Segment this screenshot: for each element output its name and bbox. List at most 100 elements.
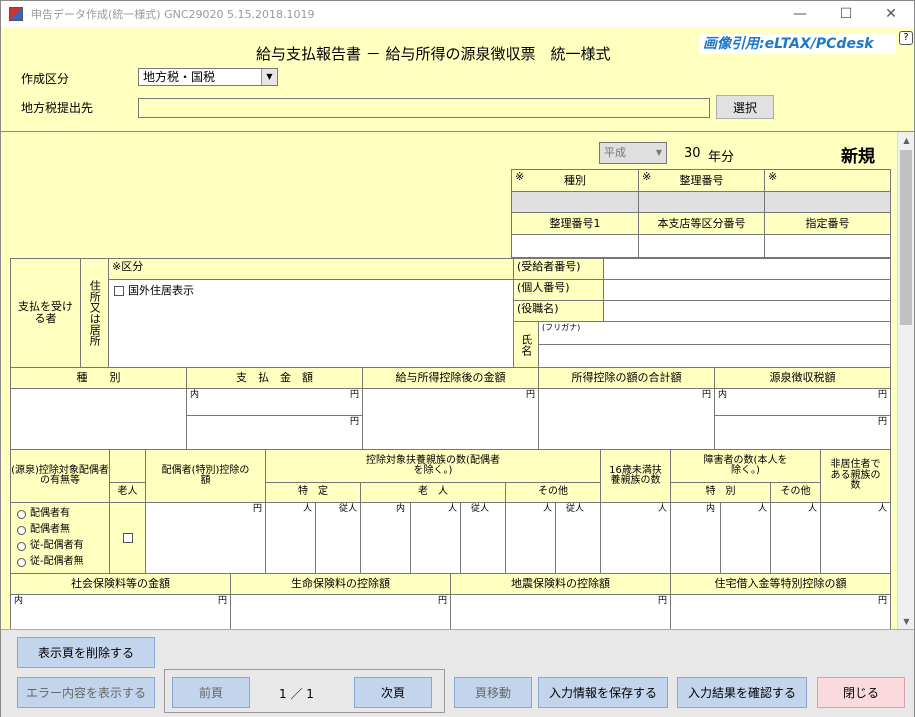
jukyu-label: (受給者番号) [513,258,604,280]
shogai-label: 障害者の数(本人を除く。) [670,449,821,483]
amount-shubetsu-input[interactable] [10,388,187,450]
honshiten-input[interactable] [638,234,765,258]
sakusei-value: 地方税・国税 [143,70,216,84]
shubetsu-label: 種別 [564,173,586,187]
jishin-input[interactable]: 円 [450,594,671,629]
scroll-thumb[interactable] [900,150,912,325]
close-window-button[interactable]: ✕ [868,1,914,27]
prev-button[interactable]: 前頁 [172,677,250,708]
help-icon[interactable]: ? [899,31,913,45]
jutaku-input[interactable]: 円 [670,594,891,629]
spouse-radio-group[interactable]: 配偶者有 配偶者無 従-配偶者有 従-配偶者無 [10,502,110,574]
close-button[interactable]: 閉じる [817,677,905,708]
radio-spouse-has[interactable]: 配偶者有 [17,508,70,520]
address-input[interactable]: 国外住居表示 [108,279,514,368]
rojin-ju-input[interactable]: 従人 [460,502,506,574]
next-button[interactable]: 次頁 [354,677,432,708]
show-errors-button[interactable]: エラー内容を表示する [17,677,155,708]
jukyu-input[interactable] [603,258,891,280]
name-input[interactable] [538,344,891,368]
shitei-input[interactable] [764,234,891,258]
sonota-ju-input[interactable]: 従人 [555,502,601,574]
year-suffix: 年分 [708,150,735,165]
uchi-label: 内 [396,504,406,514]
minimize-button[interactable]: — [777,1,823,27]
shitei-label: 指定番号 [764,212,891,235]
honshiten-label: 本支店等区分番号 [638,212,765,235]
radio-icon [17,557,26,567]
rojin-checkbox[interactable] [122,533,133,543]
sonota-input[interactable]: 人 [505,502,556,574]
radio-spouse-none[interactable]: 配偶者無 [17,524,70,536]
juunin-label: 従人 [566,504,585,514]
window-title: 申告データ作成(統一様式) GNC29020 5.15.2018.1019 [31,8,315,21]
chiho-input[interactable] [138,98,710,118]
title-bar: 申告データ作成(統一様式) GNC29020 5.15.2018.1019 — … [1,1,914,27]
amount-shubetsu-label: 種 別 [10,367,187,389]
tokutei-ju-input[interactable]: 従人 [315,502,361,574]
radio-label: 配偶者有 [30,508,70,519]
radio-icon [17,541,26,551]
form-header: 給与支払報告書 － 給与所得の源泉徴収票 統一様式 画像引用:eLTAX/PCd… [1,27,914,131]
radio-label: 従-配偶者有 [30,540,84,551]
scroll-down-icon[interactable]: ▼ [898,613,914,629]
seiri1-input[interactable] [511,234,639,258]
uchi-label: 内 [14,596,24,606]
confirm-button[interactable]: 入力結果を確認する [677,677,807,708]
save-button[interactable]: 入力情報を保存する [538,677,668,708]
era-select[interactable]: 平成 ▼ [599,142,667,164]
en-label: 円 [525,390,535,400]
seimei-input[interactable]: 円 [230,594,451,629]
tokubetsu-uchi-input[interactable]: 内 [670,502,721,574]
sonota-label: その他 [505,482,601,503]
vertical-scrollbar[interactable]: ▲ ▼ [897,132,914,629]
rojin-input[interactable]: 人 [410,502,461,574]
year-value: 30 [684,146,701,161]
kubun-label: ※区分 [108,258,514,280]
hikyo-input[interactable]: 人 [820,502,891,574]
en-label: 円 [217,596,227,606]
gensen-label: 源泉徴収税額 [714,367,891,389]
rojin-label: 老人 [109,482,146,503]
kojo-input[interactable]: 円 [538,388,715,450]
gensen-input[interactable]: 円 [714,415,891,450]
kojin-label: (個人番号) [513,279,604,301]
shiharai-uchi-input[interactable]: 内円 [186,388,363,416]
sakusei-select[interactable]: 地方税・国税 ▼ [138,68,278,86]
furigana-input[interactable]: (フリガナ) [538,321,891,345]
sakusei-label: 作成区分 [21,72,70,86]
u16-input[interactable]: 人 [600,502,671,574]
select-button[interactable]: 選択 [716,95,774,119]
kojin-input[interactable] [603,279,891,301]
app-window: 申告データ作成(統一様式) GNC29020 5.15.2018.1019 — … [0,0,915,717]
chevron-down-icon[interactable]: ▼ [261,69,277,85]
shiharai-input[interactable]: 円 [186,415,363,450]
gensen-uchi-input[interactable]: 内円 [714,388,891,416]
radio-dep-spouse-has[interactable]: 従-配偶者有 [17,540,84,552]
maximize-button[interactable]: ☐ [823,1,869,27]
shubetsu-field [511,191,639,213]
page-indicator: 1 ／ 1 [279,687,314,701]
uchi-label: 内 [718,390,728,400]
nin-label: 人 [657,504,667,514]
yakushoku-input[interactable] [603,300,891,322]
scroll-up-icon[interactable]: ▲ [898,132,914,149]
tokubetsu-input[interactable]: 人 [720,502,771,574]
shakai-input[interactable]: 内円 [10,594,231,629]
kyuyo-input[interactable]: 円 [362,388,539,450]
radio-label: 従-配偶者無 [30,556,84,567]
tokutei-input[interactable]: 人 [265,502,316,574]
spouse-deduction-input[interactable]: 円 [145,502,266,574]
mark: ※ [768,170,778,183]
rojin-uchi-input[interactable]: 内 [360,502,411,574]
radio-dep-spouse-none[interactable]: 従-配偶者無 [17,556,84,568]
delete-page-button[interactable]: 表示頁を削除する [17,637,155,668]
kokugai-label: 国外住居表示 [128,284,194,297]
seiri-field [638,191,765,213]
seiri-label: 整理番号 [679,173,724,187]
mark-field [764,191,891,213]
page-move-button[interactable]: 頁移動 [454,677,532,708]
form-scroll-area[interactable]: 平成 ▼ 30 年分 新規 ※ 種別 ※ 整理番号 ※ 整理番号1 本支店等区分番号 … [1,131,914,629]
kokugai-checkbox[interactable] [114,286,124,296]
sonota2-input[interactable]: 人 [770,502,821,574]
